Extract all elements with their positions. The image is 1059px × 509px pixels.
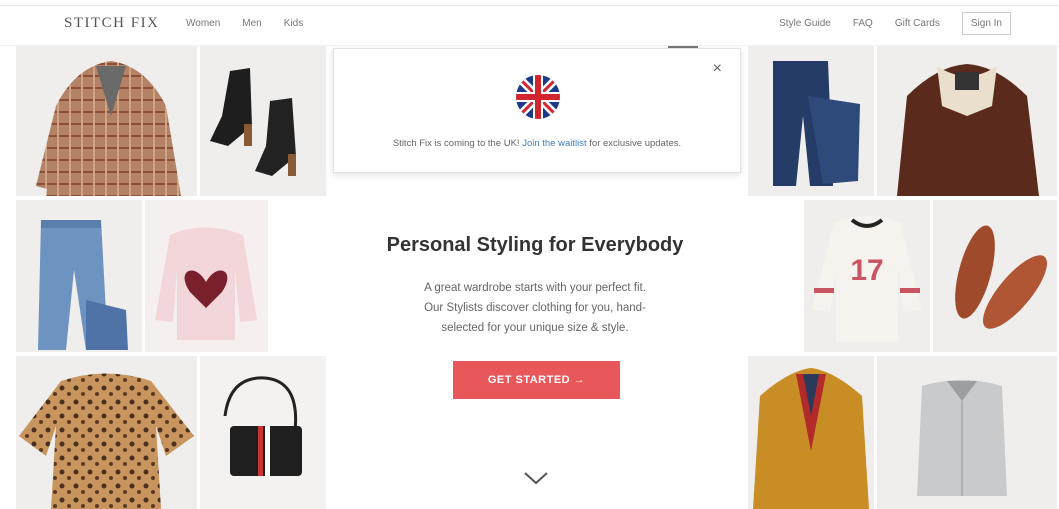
join-waitlist-link[interactable]: Join the waitlist [522,138,586,149]
leopard-blouse-image [16,356,197,509]
hero-description-line: Our Stylists discover clothing for you, … [424,302,646,314]
nav-men-link[interactable]: Men [242,18,261,29]
close-icon[interactable]: × [713,61,722,77]
crossbody-bag-image [200,356,326,509]
heart-sweater-image [145,200,268,352]
divider [0,5,1059,6]
nav-style-guide-link[interactable]: Style Guide [779,18,831,29]
sign-in-button[interactable]: Sign In [961,12,1011,35]
plaid-coat-image [16,46,197,196]
folded-jeans-image [748,46,874,196]
ankle-boots-image [200,46,326,196]
primary-nav: Women Men Kids [186,18,303,29]
hero-description: A great wardrobe starts with your perfec… [370,278,700,338]
uk-waitlist-banner: × Stitch Fix is coming to the UK! Join t… [333,48,741,173]
corduroy-jacket-image [877,46,1057,196]
banner-message: Stitch Fix is coming to the UK! Join the… [334,138,740,149]
grey-shirt-image [877,356,1057,509]
uk-flag-icon [516,75,560,119]
banner-text: Stitch Fix is coming to the UK! [392,138,520,149]
nav-gift-cards-link[interactable]: Gift Cards [895,18,940,29]
hero-description-line: selected for your unique size & style. [441,322,629,334]
chevron-down-icon[interactable] [522,470,550,486]
hero-description-line: A great wardrobe starts with your perfec… [424,282,646,294]
nav-women-link[interactable]: Women [186,18,220,29]
svg-text:17: 17 [850,254,883,287]
loafers-image [933,200,1057,352]
stitch-fix-logo[interactable]: STITCH FIX [64,15,159,32]
nav-faq-link[interactable]: FAQ [853,18,873,29]
secondary-nav: Style Guide FAQ Gift Cards Sign In [779,12,1011,35]
nav-kids-link[interactable]: Kids [284,18,303,29]
top-navigation-bar: STITCH FIX Women Men Kids Style Guide FA… [0,0,1059,46]
mustard-shirt-jacket-image [748,356,874,509]
banner-text: for exclusive updates. [589,138,682,149]
divider [0,45,1059,46]
get-started-button[interactable]: GET STARTED → [453,361,620,399]
jeans-image [16,200,142,352]
varsity-sweater-image: 17 [804,200,930,352]
hero-title: Personal Styling for Everybody [386,234,684,256]
